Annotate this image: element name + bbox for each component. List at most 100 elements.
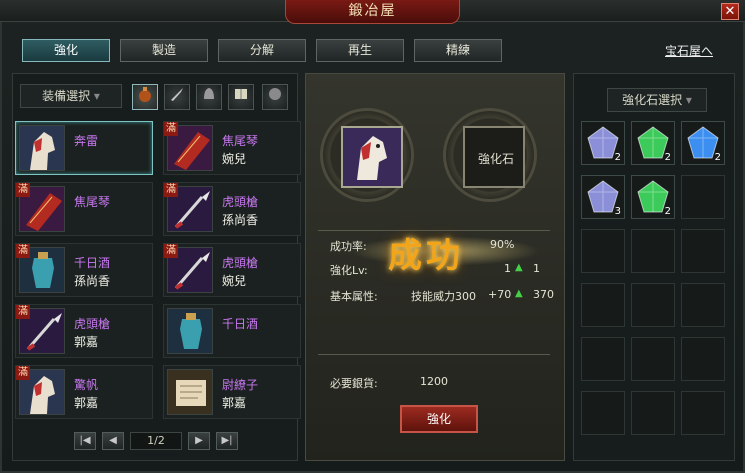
tab-refine[interactable]: 精練: [414, 39, 502, 62]
close-button[interactable]: ✕: [721, 3, 739, 20]
divider-bottom: [318, 354, 550, 355]
full-badge: 滿: [164, 244, 178, 258]
equipment-slot[interactable]: [341, 126, 403, 188]
level-label: 強化Lv:: [330, 264, 368, 277]
equipment-item[interactable]: 滿焦尾琴婉兒: [163, 121, 301, 175]
item-name: 千日酒: [74, 256, 111, 270]
item-name: 千日酒: [222, 317, 259, 331]
attr-up-arrow-icon: ▲: [515, 288, 523, 299]
empty-stone-cell: [581, 283, 625, 327]
horse-icon: [19, 125, 65, 171]
item-owner: 郭嘉: [74, 396, 99, 410]
item-owner: 郭嘉: [74, 335, 99, 349]
equipment-item[interactable]: 滿驚帆郭嘉: [15, 365, 153, 419]
cost-value: 1200: [420, 375, 448, 388]
stone-select-label: 強化石選択: [622, 93, 683, 107]
rate-label: 成功率:: [330, 240, 367, 253]
full-badge: 滿: [16, 366, 30, 380]
item-name: 驚帆: [74, 378, 99, 392]
stone-cell[interactable]: 2: [631, 175, 675, 219]
equipment-item[interactable]: 滿虎頭槍郭嘉: [15, 304, 153, 358]
scroll-icon: [167, 369, 213, 415]
last-page-button[interactable]: ▶|: [216, 432, 238, 450]
stone-cell[interactable]: 2: [581, 121, 625, 165]
rate-value: 90%: [490, 238, 515, 251]
level-to: 1: [533, 262, 540, 275]
empty-stone-cell: [581, 337, 625, 381]
sword-icon[interactable]: [164, 84, 190, 110]
empty-stone-cell: [581, 391, 625, 435]
stone-cell[interactable]: 2: [631, 121, 675, 165]
stone-count: 2: [664, 206, 671, 217]
bag-icon[interactable]: [132, 84, 158, 110]
cost-label: 必要銀貨:: [330, 377, 378, 390]
item-name: 尉繚子: [222, 378, 259, 392]
stone-cell[interactable]: 3: [581, 175, 625, 219]
attr-result: 370: [533, 288, 554, 301]
tab-bar: 強化 製造 分解 再生 精練: [22, 39, 502, 62]
item-owner: 郭嘉: [222, 396, 247, 410]
stone-count: 2: [664, 152, 671, 163]
success-text: 成功: [388, 236, 464, 276]
empty-stone-cell: [631, 283, 675, 327]
item-owner: 婉兒: [222, 152, 247, 166]
tab-enhance[interactable]: 強化: [22, 39, 110, 62]
dropdown-arrow-icon: ▾: [685, 93, 692, 107]
tab-regenerate[interactable]: 再生: [316, 39, 404, 62]
equip-select-dropdown[interactable]: 装備選択 ▾: [20, 84, 122, 108]
stone-count: 2: [714, 152, 721, 163]
helmet-icon[interactable]: [196, 84, 222, 110]
empty-stone-cell: [631, 391, 675, 435]
empty-stone-cell: [581, 229, 625, 273]
empty-stone-cell: [631, 229, 675, 273]
stone-select-dropdown[interactable]: 強化石選択 ▾: [607, 88, 707, 112]
item-owner: 孫尚香: [222, 213, 259, 227]
equipment-item[interactable]: 尉繚子 郭嘉: [163, 365, 301, 419]
stone-cell[interactable]: 2: [681, 121, 725, 165]
full-badge: 滿: [16, 183, 30, 197]
level-from: 1: [504, 262, 511, 275]
first-page-button[interactable]: |◀: [74, 432, 96, 450]
stone-slot-label: 強化石: [477, 152, 514, 166]
page-indicator: 1/2: [130, 432, 182, 450]
tab-disassemble[interactable]: 分解: [218, 39, 306, 62]
empty-stone-cell: [681, 391, 725, 435]
item-name: 虎頭槍: [74, 317, 111, 331]
full-badge: 滿: [164, 183, 178, 197]
attr-label: 基本属性:: [330, 290, 378, 303]
stone-count: 3: [614, 206, 621, 217]
item-owner: 婉兒: [222, 274, 247, 288]
orb-icon[interactable]: [262, 84, 288, 110]
empty-stone-cell: [681, 229, 725, 273]
empty-stone-cell: [681, 337, 725, 381]
full-badge: 滿: [16, 305, 30, 319]
gem-shop-link[interactable]: 宝石屋へ: [665, 42, 713, 59]
attr-bonus: +70: [488, 288, 512, 301]
equipment-item[interactable]: 奔雷: [15, 121, 153, 175]
equip-select-label: 装備選択: [42, 89, 91, 103]
level-up-arrow-icon: ▲: [515, 262, 523, 273]
next-page-button[interactable]: ▶: [188, 432, 210, 450]
equipment-item[interactable]: 滿虎頭槍孫尚香: [163, 182, 301, 236]
item-name: 虎頭槍: [222, 256, 259, 270]
item-name: 虎頭槍: [222, 195, 259, 209]
full-badge: 滿: [16, 244, 30, 258]
equipment-item[interactable]: 滿焦尾琴: [15, 182, 153, 236]
equipment-item[interactable]: 滿千日酒 孫尚香: [15, 243, 153, 297]
book-icon[interactable]: [228, 84, 254, 110]
equipment-item[interactable]: 滿虎頭槍婉兒: [163, 243, 301, 297]
full-badge: 滿: [164, 122, 178, 136]
empty-stone-cell: [631, 337, 675, 381]
item-name: 焦尾琴: [222, 134, 259, 148]
attr-name: 技能威力300: [411, 290, 476, 303]
wine-icon: [167, 308, 213, 354]
item-name: 焦尾琴: [74, 195, 111, 209]
tab-craft[interactable]: 製造: [120, 39, 208, 62]
equipment-item[interactable]: 千日酒: [163, 304, 301, 358]
enhance-button[interactable]: 強化: [400, 405, 478, 433]
item-name: 奔雷: [74, 134, 99, 148]
empty-stone-cell: [681, 283, 725, 327]
prev-page-button[interactable]: ◀: [102, 432, 124, 450]
dropdown-arrow-icon: ▾: [93, 89, 100, 103]
window-title: 鍛冶屋: [285, 0, 460, 24]
